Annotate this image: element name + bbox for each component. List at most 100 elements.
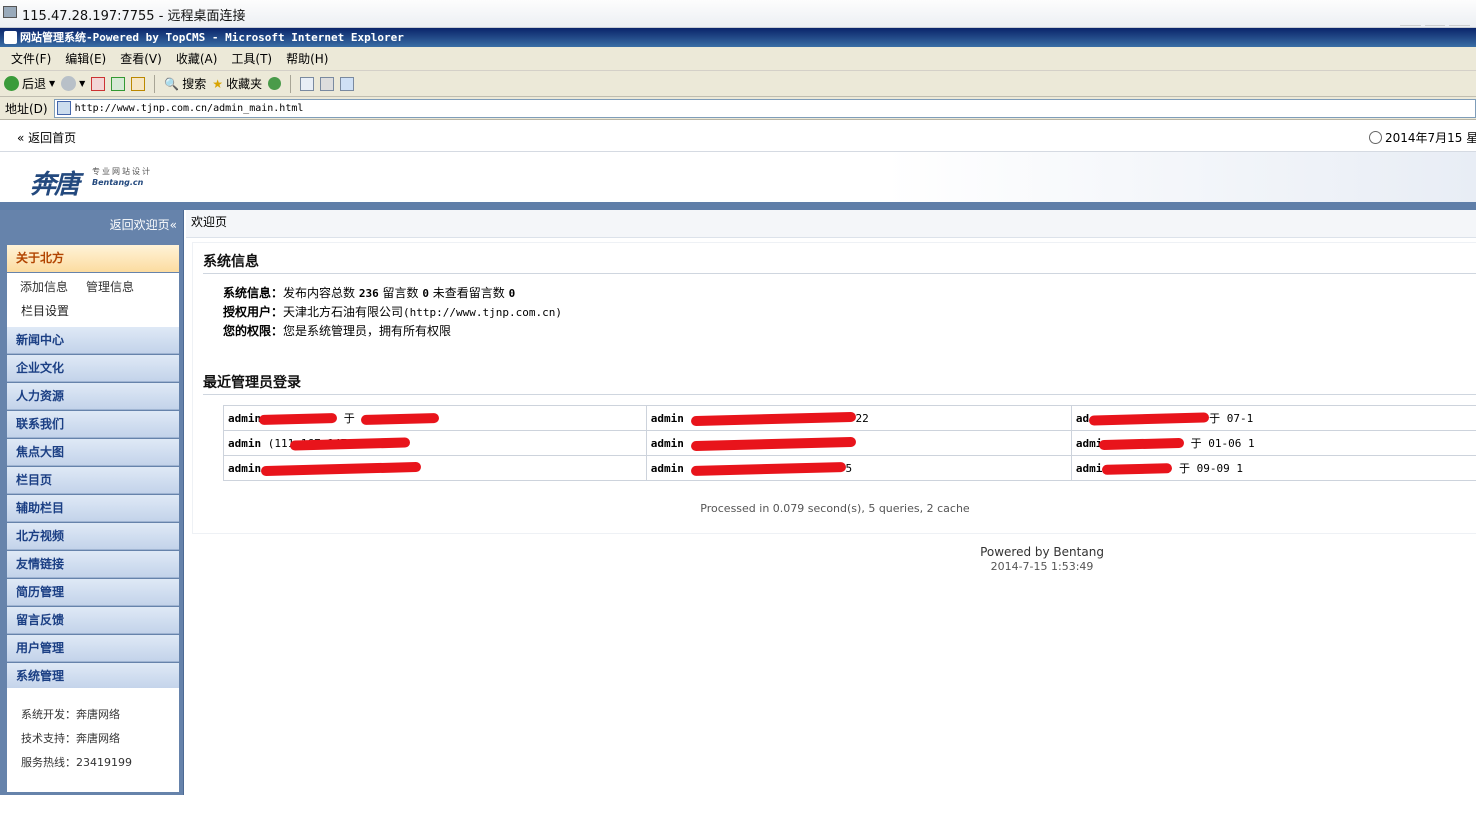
sidebar-item-links[interactable]: 友情链接 xyxy=(7,551,179,578)
table-row: admin (111.167.147.2 admin admin 于 01-06… xyxy=(223,430,1476,456)
sidebar-menu: 关于北方 添加信息 管理信息 栏目设置 新闻中心 企业文化 人力资源 联系我们 … xyxy=(7,245,179,691)
forward-arrow-icon xyxy=(61,76,77,91)
edit-icon[interactable] xyxy=(340,76,355,91)
brand-tagline: 专业网站设计 xyxy=(92,167,152,176)
sidebar-item-hr[interactable]: 人力资源 xyxy=(7,383,179,410)
ie-logo-icon xyxy=(4,31,17,44)
login-cell: admin xyxy=(223,455,647,481)
sidebar-submenu: 添加信息 管理信息 栏目设置 xyxy=(7,273,179,327)
redaction-mark xyxy=(690,461,846,476)
login-user: ad xyxy=(1075,412,1090,425)
login-user: admin xyxy=(228,461,262,475)
login-user: admin xyxy=(650,436,684,450)
sidebar-item-focus-images[interactable]: 焦点大图 xyxy=(7,439,179,466)
date-text: 2014年7月15 星期 xyxy=(1385,131,1476,145)
toolbar-divider xyxy=(290,74,292,93)
login-cell: ad 于 07-1 xyxy=(1070,405,1476,431)
chevron-down-icon: ▼ xyxy=(79,79,86,88)
breadcrumb: 欢迎页 xyxy=(186,210,1476,238)
history-icon[interactable] xyxy=(268,77,282,90)
sidebar-item-news[interactable]: 新闻中心 xyxy=(7,327,179,354)
sidebar-item-system[interactable]: 系统管理 xyxy=(7,663,179,690)
sidebar-item-about[interactable]: 关于北方 xyxy=(7,245,179,272)
sidebar-item-users[interactable]: 用户管理 xyxy=(7,635,179,662)
ie-menubar: 文件(F) 编辑(E) 查看(V) 收藏(A) 工具(T) 帮助(H) xyxy=(0,47,1476,71)
sub-column-settings[interactable]: 栏目设置 xyxy=(20,299,69,323)
back-home-link[interactable]: « 返回首页 xyxy=(17,129,76,146)
sidebar-item-feedback[interactable]: 留言反馈 xyxy=(7,607,179,634)
info-label: 系统信息： xyxy=(223,286,284,300)
redaction-mark xyxy=(361,412,440,426)
login-user: admin xyxy=(650,461,684,475)
menu-edit[interactable]: 编辑(E) xyxy=(58,50,113,67)
address-bar: 地址(D) http://www.tjnp.com.cn/admin_main.… xyxy=(0,97,1476,120)
table-row: admin 于 admin 22 ad 于 07-1 xyxy=(223,405,1476,431)
page-footer: Powered by Bentang 2014-7-15 1:53:49 xyxy=(942,545,1142,573)
divider xyxy=(203,394,1476,395)
redaction-mark xyxy=(1102,463,1173,475)
home-icon[interactable] xyxy=(131,76,146,91)
footer-datetime: 2014-7-15 1:53:49 xyxy=(990,560,1094,573)
ie-toolbar: 后退 ▼ ▼ 🔍 搜索 ★ 收藏夹 xyxy=(0,71,1476,97)
contact-panel: 系统开发：奔唐网络 技术支持：奔唐网络 服务热线：23419199 xyxy=(7,688,179,792)
redaction-mark xyxy=(1089,412,1210,426)
mail-icon[interactable] xyxy=(300,76,315,91)
search-button[interactable]: 🔍 搜索 xyxy=(164,75,206,92)
site-banner: 奔唐 专业网站设计 Bentang.cn xyxy=(0,151,1476,202)
login-cell: admin xyxy=(645,430,1072,456)
login-cell: admin 于 xyxy=(223,405,647,431)
brand-logo: 奔唐 xyxy=(30,170,80,200)
permission-text: 您是系统管理员，拥有所有权限 xyxy=(283,324,452,338)
sub-add-info[interactable]: 添加信息 xyxy=(20,275,68,299)
toolbar-divider xyxy=(154,74,156,93)
menu-help[interactable]: 帮助(H) xyxy=(279,50,335,67)
top-strip: « 返回首页 2014年7月15 星期 xyxy=(0,122,1476,150)
remote-desktop-icon xyxy=(3,6,17,18)
table-row: admin admin 5 admi 于 09-09 1 xyxy=(223,455,1476,481)
sub-manage-info[interactable]: 管理信息 xyxy=(86,275,134,299)
login-user: admi xyxy=(1075,462,1103,475)
info-label: 您的权限： xyxy=(223,324,284,338)
menu-view[interactable]: 查看(V) xyxy=(113,50,169,67)
search-icon: 🔍 xyxy=(164,76,180,91)
sidebar-item-culture[interactable]: 企业文化 xyxy=(7,355,179,382)
redaction-mark xyxy=(690,436,856,451)
redaction-mark xyxy=(261,461,422,476)
permission-line: 您的权限：您是系统管理员，拥有所有权限 xyxy=(223,322,451,341)
login-detail: 于 xyxy=(337,412,362,425)
back-welcome-link[interactable]: 返回欢迎页« xyxy=(110,216,177,233)
info-text: 发布内容总数 xyxy=(283,286,359,300)
sidebar: 返回欢迎页« 关于北方 添加信息 管理信息 栏目设置 新闻中心 企业文化 人力资… xyxy=(0,210,184,795)
sidebar-item-resumes[interactable]: 简历管理 xyxy=(7,579,179,606)
address-input[interactable]: http://www.tjnp.com.cn/admin_main.html xyxy=(53,98,1476,118)
redaction-mark xyxy=(1098,437,1185,451)
processed-stats: Processed in 0.079 second(s), 5 queries,… xyxy=(700,502,970,515)
sidebar-item-aux-column[interactable]: 辅助栏目 xyxy=(7,495,179,522)
menu-file[interactable]: 文件(F) xyxy=(4,50,58,67)
redaction-mark xyxy=(690,411,856,426)
info-text: 未查看留言数 xyxy=(428,286,509,300)
login-detail: 于 09-09 1 xyxy=(1172,462,1244,475)
favorites-button[interactable]: ★ 收藏夹 xyxy=(212,75,262,92)
divider xyxy=(203,273,1476,274)
window-controls[interactable] xyxy=(1400,14,1471,26)
forward-button[interactable]: ▼ xyxy=(61,76,85,91)
back-button[interactable]: 后退 ▼ xyxy=(4,75,55,92)
ie-window-title: 网站管理系统-Powered by TopCMS - Microsoft Int… xyxy=(20,31,404,44)
refresh-icon[interactable] xyxy=(111,76,126,91)
sidebar-item-column-page[interactable]: 栏目页 xyxy=(7,467,179,494)
menu-tools[interactable]: 工具(T) xyxy=(224,50,279,67)
licensed-url: (http://www.tjnp.com.cn) xyxy=(403,306,562,319)
contact-support: 技术支持：奔唐网络 xyxy=(21,732,120,745)
login-cell: admin 于 01-06 1 xyxy=(1070,430,1476,456)
brand-domain: Bentang.cn xyxy=(92,178,144,187)
sidebar-item-contact[interactable]: 联系我们 xyxy=(7,411,179,438)
system-info-line: 系统信息：发布内容总数 236 留言数 0 未查看留言数 0 xyxy=(223,284,515,303)
stop-icon[interactable] xyxy=(91,76,106,91)
login-detail: 于 07-1 xyxy=(1209,412,1254,425)
print-icon[interactable] xyxy=(320,76,335,91)
sidebar-item-video[interactable]: 北方视频 xyxy=(7,523,179,550)
header-divider xyxy=(0,202,1476,210)
info-text: 留言数 xyxy=(378,286,423,300)
menu-favorites[interactable]: 收藏(A) xyxy=(169,50,225,67)
